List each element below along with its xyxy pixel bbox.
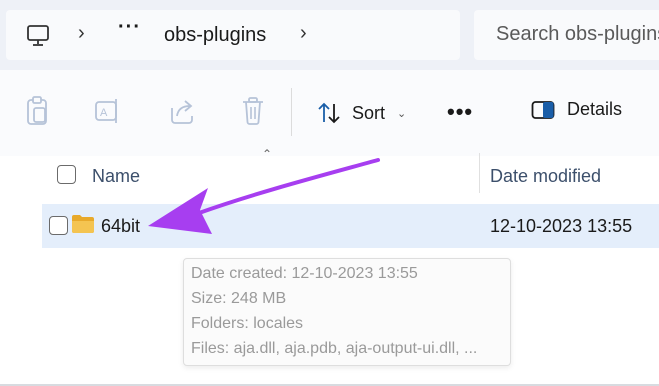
select-all-checkbox[interactable] [57,165,76,184]
search-input[interactable]: Search obs-plugins [474,10,659,60]
column-header-name[interactable]: Name [92,166,140,187]
tooltip-date-created: Date created: 12-10-2023 13:55 [191,265,418,282]
chevron-right-icon[interactable]: › [300,22,307,45]
file-date-modified: 12-10-2023 13:55 [490,216,633,236]
folder-info-tooltip: Date created: 12-10-2023 13:55 Size: 248… [183,258,511,366]
paste-icon[interactable] [25,96,49,126]
row-checkbox[interactable] [49,216,68,235]
search-placeholder: Search obs-plugins [496,23,659,45]
tooltip-folders: Folders: locales [191,315,304,332]
details-button[interactable]: Details [531,99,622,120]
details-icon [531,100,555,119]
chevron-right-icon[interactable]: › [78,22,85,45]
sort-ascending-indicator-icon: ⌃ [262,147,273,161]
column-header-date-modified[interactable]: Date modified [490,166,601,187]
sort-button[interactable]: Sort ⌄ [316,96,406,130]
toolbar-divider [291,88,292,136]
tooltip-files: Files: aja.dll, aja.pdb, aja-output-ui.d… [191,340,478,357]
rename-icon[interactable]: A [94,96,122,126]
breadcrumb-item-obs-plugins[interactable]: obs-plugins [164,24,266,47]
tooltip-size: Size: 248 MB [191,290,287,307]
folder-icon [72,215,94,233]
this-pc-icon[interactable] [26,24,50,48]
svg-text:A: A [100,107,108,119]
file-name[interactable]: 64bit [101,216,140,237]
sort-label: Sort [352,102,386,123]
address-bar: Search obs-plugins [0,0,659,70]
delete-icon[interactable] [241,96,265,126]
breadcrumb-overflow[interactable]: ··· [118,16,141,39]
details-label: Details [567,99,623,119]
column-divider[interactable] [479,153,480,193]
sort-icon [318,102,340,124]
share-icon[interactable] [168,96,196,126]
chevron-down-icon: ⌄ [397,107,407,120]
more-options-button[interactable]: ••• [447,99,473,125]
